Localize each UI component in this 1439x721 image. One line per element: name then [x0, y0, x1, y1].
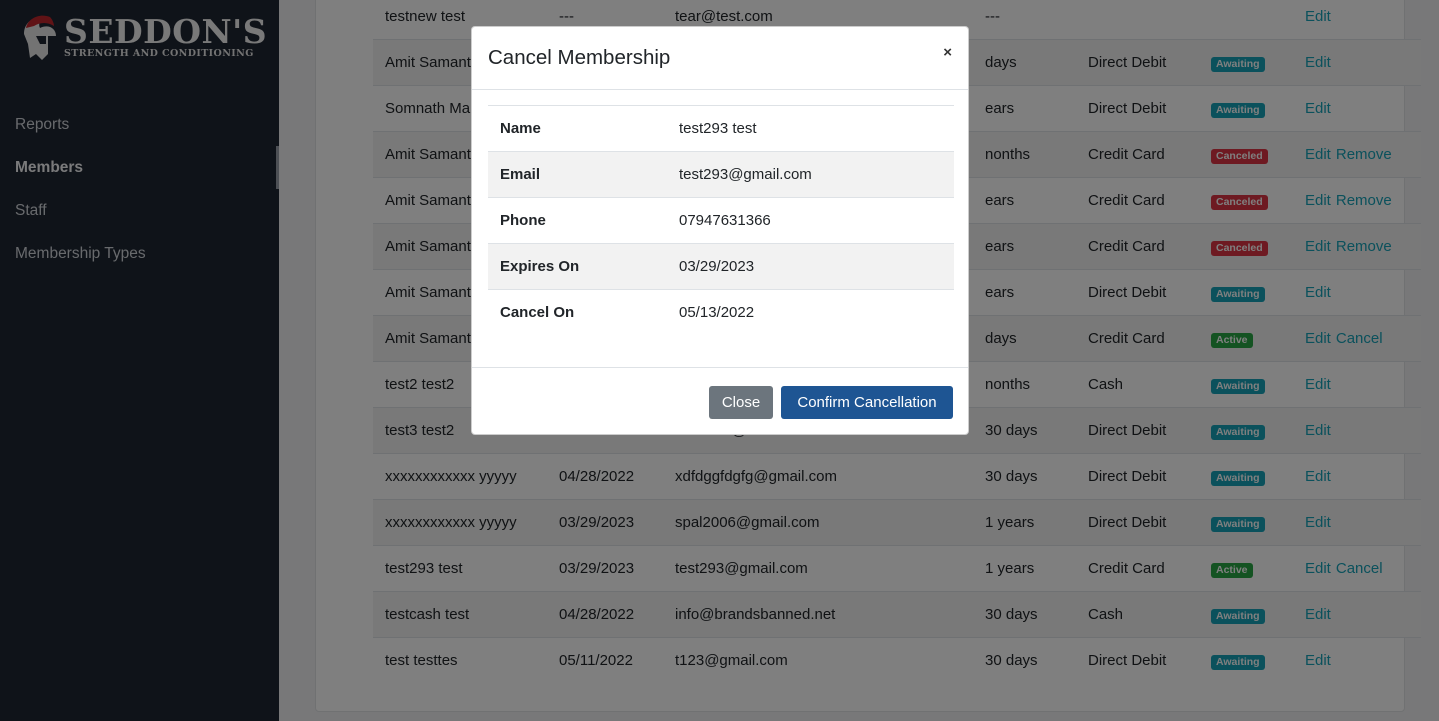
detail-row-cancel-on: Cancel On 05/13/2022: [488, 289, 954, 336]
detail-row-email: Email test293@gmail.com: [488, 151, 954, 198]
detail-label: Cancel On: [488, 289, 667, 336]
close-button[interactable]: Close: [709, 386, 773, 419]
detail-row-phone: Phone 07947631366: [488, 197, 954, 244]
detail-value: test293@gmail.com: [667, 151, 954, 198]
modal-footer: Close Confirm Cancellation: [472, 367, 968, 435]
membership-details-table: Name test293 test Email test293@gmail.co…: [488, 105, 954, 336]
modal-close-icon[interactable]: ×: [943, 44, 952, 61]
detail-label: Expires On: [488, 243, 667, 290]
detail-value: test293 test: [667, 105, 954, 152]
detail-row-expires-on: Expires On 03/29/2023: [488, 243, 954, 290]
detail-label: Name: [488, 105, 667, 152]
detail-row-name: Name test293 test: [488, 105, 954, 152]
detail-value: 05/13/2022: [667, 289, 954, 336]
detail-label: Email: [488, 151, 667, 198]
cancel-membership-modal: Cancel Membership × Name test293 test Em…: [471, 26, 969, 435]
modal-header: Cancel Membership ×: [472, 27, 968, 90]
detail-label: Phone: [488, 197, 667, 244]
detail-value: 03/29/2023: [667, 243, 954, 290]
modal-title: Cancel Membership: [488, 46, 671, 69]
confirm-cancellation-button[interactable]: Confirm Cancellation: [781, 386, 953, 419]
detail-value: 07947631366: [667, 197, 954, 244]
